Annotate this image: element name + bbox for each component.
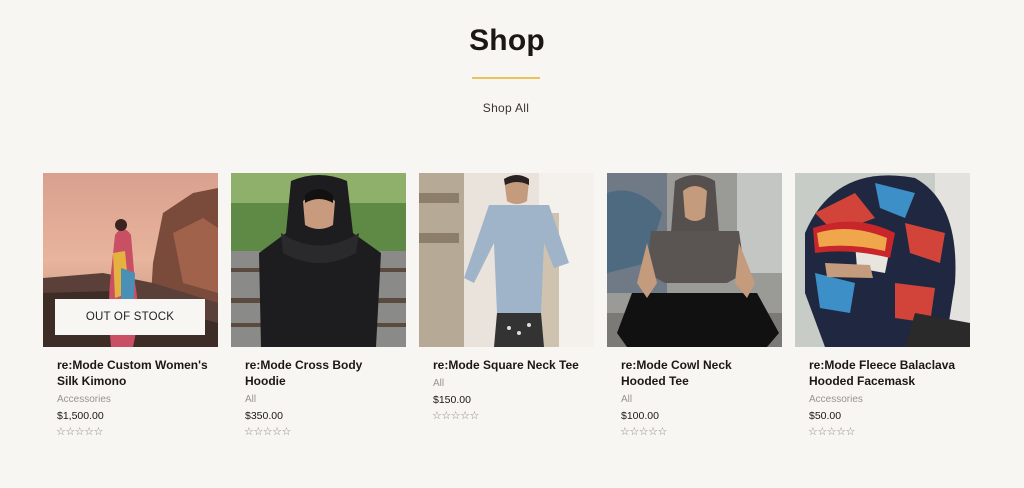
product-image-cowl-tee[interactable] [607, 173, 782, 347]
product-name[interactable]: re:Mode Cowl Neck Hooded Tee [607, 357, 782, 389]
product-card[interactable]: re:Mode Square Neck Tee All $150.00 ☆☆☆☆… [419, 173, 594, 422]
title-divider [472, 77, 540, 79]
shop-all-link[interactable]: Shop All [0, 101, 1012, 115]
product-price: $150.00 [433, 394, 471, 406]
star-rating-icon: ☆☆☆☆☆ [56, 426, 103, 438]
product-category: Accessories [57, 394, 111, 405]
product-price: $100.00 [621, 410, 659, 422]
product-name[interactable]: re:Mode Custom Women's Silk Kimono [43, 357, 218, 389]
product-price: $50.00 [809, 410, 842, 422]
product-category: Accessories [809, 394, 863, 405]
out-of-stock-badge: OUT OF STOCK [55, 299, 205, 335]
product-name[interactable]: re:Mode Square Neck Tee [419, 357, 594, 373]
product-price: $350.00 [245, 410, 283, 422]
product-category: All [621, 394, 633, 405]
product-image-hoodie[interactable] [231, 173, 406, 347]
product-name[interactable]: re:Mode Fleece Balaclava Hooded Facemask [795, 357, 970, 389]
star-rating-icon: ☆☆☆☆☆ [244, 426, 291, 438]
product-image-kimono[interactable]: OUT OF STOCK [43, 173, 218, 347]
product-card[interactable]: re:Mode Fleece Balaclava Hooded Facemask… [795, 173, 970, 438]
product-image-tee[interactable] [419, 173, 594, 347]
product-card[interactable]: re:Mode Cowl Neck Hooded Tee All $100.00… [607, 173, 782, 438]
product-category: All [245, 394, 257, 405]
page-title: Shop [469, 24, 545, 57]
product-card[interactable]: re:Mode Cross Body Hoodie All $350.00 ☆☆… [231, 173, 406, 438]
star-rating-icon: ☆☆☆☆☆ [432, 410, 479, 422]
product-name[interactable]: re:Mode Cross Body Hoodie [231, 357, 406, 389]
product-price: $1,500.00 [57, 410, 104, 422]
star-rating-icon: ☆☆☆☆☆ [620, 426, 667, 438]
product-category: All [433, 378, 445, 389]
star-rating-icon: ☆☆☆☆☆ [808, 426, 855, 438]
product-image-balaclava[interactable] [795, 173, 970, 347]
product-card[interactable]: OUT OF STOCK re:Mode Custom Women's Silk… [43, 173, 218, 438]
